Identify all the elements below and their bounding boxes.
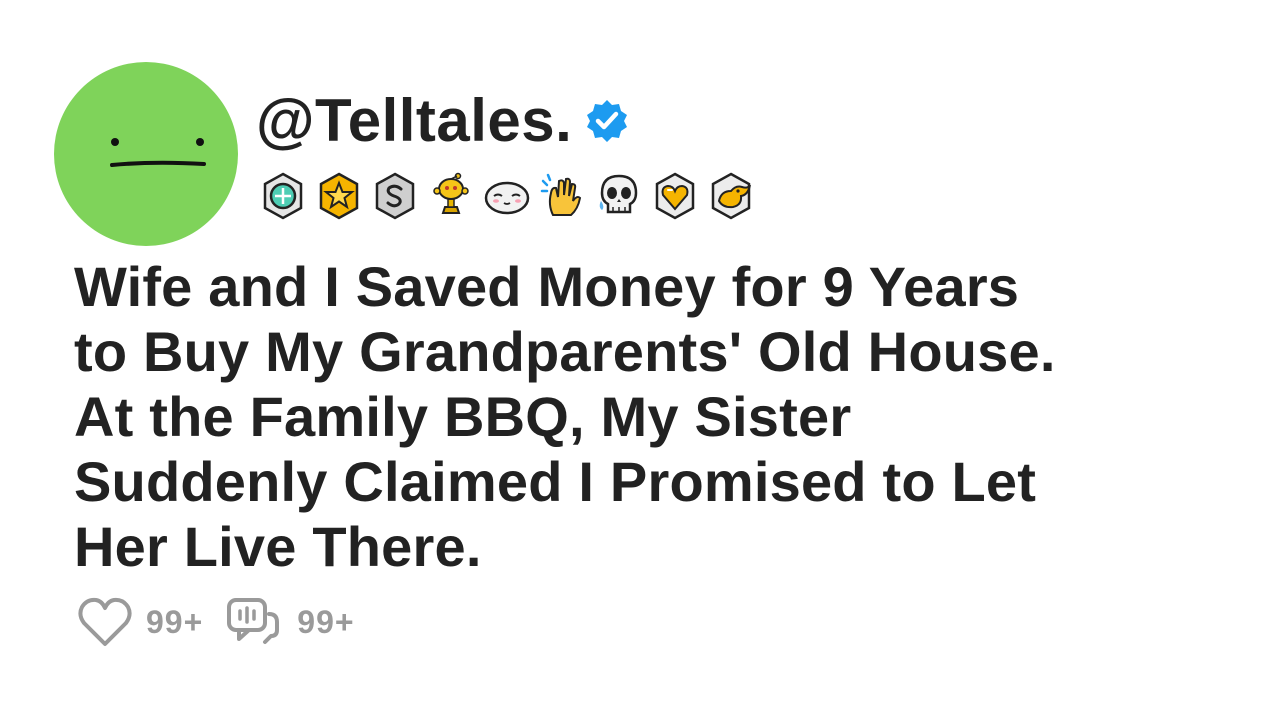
blushing-seal-award-icon[interactable] bbox=[482, 171, 532, 221]
post-title-line: Suddenly Claimed I Promised to Let bbox=[74, 450, 1037, 513]
gold-heart-gem-award-icon[interactable] bbox=[650, 171, 700, 221]
snoo-trophy-award-icon[interactable] bbox=[426, 171, 476, 221]
post-card: @Telltales. Wife and I Saved Money for 9… bbox=[0, 0, 1280, 720]
post-title-line: At the Family BBQ, My Sister bbox=[74, 385, 852, 448]
helper-award-icon[interactable] bbox=[258, 171, 308, 221]
comment-count: 99+ bbox=[297, 603, 355, 640]
clapping-hands-award-icon[interactable] bbox=[538, 171, 588, 221]
avatar-face-icon bbox=[110, 138, 206, 167]
post-title-line: Her Live There. bbox=[74, 515, 482, 578]
like-count: 99+ bbox=[146, 603, 204, 640]
post-stats: 99+ 99+ bbox=[76, 594, 355, 650]
avatar[interactable] bbox=[54, 62, 238, 246]
gold-star-award-icon[interactable] bbox=[314, 171, 364, 221]
silver-duck-award-icon[interactable] bbox=[706, 171, 756, 221]
comment-icon[interactable] bbox=[225, 596, 285, 648]
crying-skull-award-icon[interactable] bbox=[594, 171, 644, 221]
username[interactable]: @Telltales. bbox=[256, 86, 572, 156]
heart-icon[interactable] bbox=[76, 596, 134, 648]
post-title[interactable]: Wife and I Saved Money for 9 Years to Bu… bbox=[74, 254, 1234, 579]
post-title-line: to Buy My Grandparents' Old House. bbox=[74, 320, 1056, 383]
verified-badge-icon bbox=[587, 100, 628, 142]
username-row: @Telltales. bbox=[256, 86, 630, 156]
award-badges bbox=[258, 170, 756, 222]
silver-s-award-icon[interactable] bbox=[370, 171, 420, 221]
post-title-line: Wife and I Saved Money for 9 Years bbox=[74, 255, 1020, 318]
